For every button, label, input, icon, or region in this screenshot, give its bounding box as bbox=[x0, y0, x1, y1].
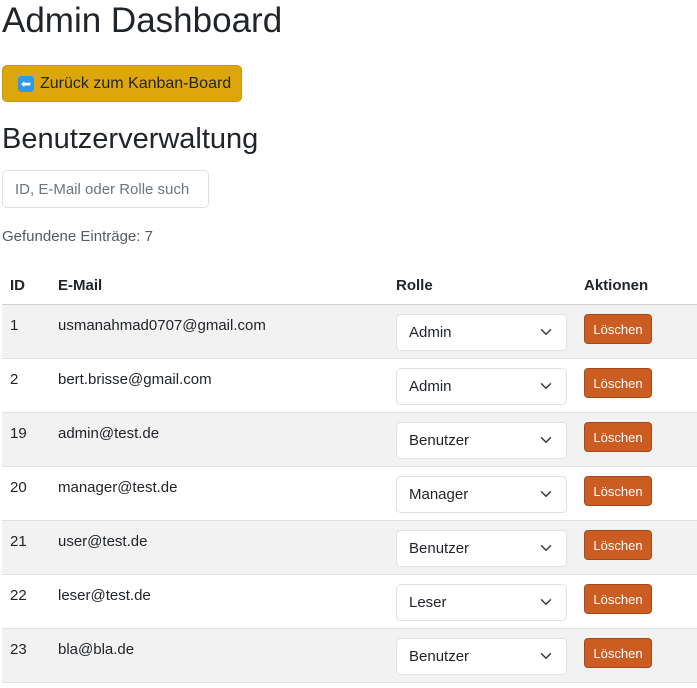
delete-button[interactable]: Löschen bbox=[584, 422, 652, 452]
user-id-cell: 1 bbox=[2, 304, 50, 359]
chevron-down-icon bbox=[540, 544, 552, 551]
chevron-down-icon bbox=[540, 652, 552, 659]
delete-button[interactable]: Löschen bbox=[584, 368, 652, 398]
role-select-value: Manager bbox=[409, 486, 469, 503]
delete-button[interactable]: Löschen bbox=[584, 476, 652, 506]
chevron-down-icon bbox=[540, 436, 552, 443]
users-table-body: 1 usmanahmad0707@gmail.com Admin Löschen 2 be… bbox=[2, 304, 697, 683]
user-id-cell: 20 bbox=[2, 466, 50, 521]
user-id-cell: 21 bbox=[2, 520, 50, 575]
column-header-id: ID bbox=[2, 266, 50, 305]
role-select[interactable]: Leser bbox=[396, 584, 567, 621]
role-select-value: Admin bbox=[409, 378, 452, 395]
chevron-down-icon bbox=[540, 382, 552, 389]
table-row: 23 bla@bla.de Benutzer Löschen bbox=[2, 628, 697, 683]
user-actions-cell: Löschen bbox=[576, 412, 697, 467]
delete-button[interactable]: Löschen bbox=[584, 314, 652, 344]
user-role-cell: Manager bbox=[388, 466, 576, 521]
user-role-cell: Leser bbox=[388, 574, 576, 629]
column-header-role: Rolle bbox=[388, 266, 576, 305]
search-input[interactable] bbox=[2, 170, 209, 208]
table-row: 1 usmanahmad0707@gmail.com Admin Löschen bbox=[2, 304, 697, 359]
table-header-row: ID E-Mail Rolle Aktionen bbox=[2, 266, 697, 305]
column-header-actions: Aktionen bbox=[576, 266, 697, 305]
section-title: Benutzerverwaltung bbox=[2, 123, 259, 155]
user-email-cell: usmanahmad0707@gmail.com bbox=[50, 304, 388, 359]
user-email-cell: bla@bla.de bbox=[50, 628, 388, 683]
table-row: 2 bert.brisse@gmail.com Admin Löschen bbox=[2, 358, 697, 413]
result-count: Gefundene Einträge: 7 bbox=[2, 228, 153, 245]
user-actions-cell: Löschen bbox=[576, 520, 697, 575]
table-row: 21 user@test.de Benutzer Löschen bbox=[2, 520, 697, 575]
admin-dashboard-page: Admin Dashboard ⬅ Zurück zum Kanban-Boar… bbox=[0, 0, 697, 688]
role-select[interactable]: Admin bbox=[396, 368, 567, 405]
chevron-down-icon bbox=[540, 598, 552, 605]
role-select[interactable]: Benutzer bbox=[396, 530, 567, 567]
user-id-cell: 19 bbox=[2, 412, 50, 467]
back-arrow-icon: ⬅ bbox=[18, 75, 34, 92]
user-actions-cell: Löschen bbox=[576, 358, 697, 413]
role-select-value: Benutzer bbox=[409, 540, 470, 557]
user-actions-cell: Löschen bbox=[576, 466, 697, 521]
delete-button[interactable]: Löschen bbox=[584, 530, 652, 560]
page-title: Admin Dashboard bbox=[2, 1, 283, 40]
user-email-cell: admin@test.de bbox=[50, 412, 388, 467]
user-role-cell: Benutzer bbox=[388, 412, 576, 467]
delete-button[interactable]: Löschen bbox=[584, 638, 652, 668]
role-select-value: Benutzer bbox=[409, 432, 470, 449]
user-email-cell: user@test.de bbox=[50, 520, 388, 575]
user-role-cell: Admin bbox=[388, 358, 576, 413]
user-email-cell: manager@test.de bbox=[50, 466, 388, 521]
user-id-cell: 23 bbox=[2, 628, 50, 683]
role-select-value: Admin bbox=[409, 324, 452, 341]
user-email-cell: leser@test.de bbox=[50, 574, 388, 629]
role-select-value: Leser bbox=[409, 594, 447, 611]
user-role-cell: Benutzer bbox=[388, 520, 576, 575]
user-id-cell: 22 bbox=[2, 574, 50, 629]
user-id-cell: 2 bbox=[2, 358, 50, 413]
table-row: 19 admin@test.de Benutzer Löschen bbox=[2, 412, 697, 467]
column-header-email: E-Mail bbox=[50, 266, 388, 305]
delete-button[interactable]: Löschen bbox=[584, 584, 652, 614]
chevron-down-icon bbox=[540, 490, 552, 497]
user-role-cell: Benutzer bbox=[388, 628, 576, 683]
user-actions-cell: Löschen bbox=[576, 628, 697, 683]
user-actions-cell: Löschen bbox=[576, 574, 697, 629]
back-button-label: Zurück zum Kanban-Board bbox=[40, 74, 232, 92]
back-to-kanban-button[interactable]: ⬅ Zurück zum Kanban-Board bbox=[2, 65, 242, 102]
role-select[interactable]: Manager bbox=[396, 476, 567, 513]
role-select[interactable]: Benutzer bbox=[396, 422, 567, 459]
user-actions-cell: Löschen bbox=[576, 304, 697, 359]
role-select-value: Benutzer bbox=[409, 648, 470, 665]
role-select[interactable]: Admin bbox=[396, 314, 567, 351]
table-row: 22 leser@test.de Leser Löschen bbox=[2, 574, 697, 629]
table-row: 20 manager@test.de Manager Löschen bbox=[2, 466, 697, 521]
user-email-cell: bert.brisse@gmail.com bbox=[50, 358, 388, 413]
user-role-cell: Admin bbox=[388, 304, 576, 359]
users-table: ID E-Mail Rolle Aktionen 1 usmanahmad0707… bbox=[2, 266, 697, 683]
chevron-down-icon bbox=[540, 328, 552, 335]
role-select[interactable]: Benutzer bbox=[396, 638, 567, 675]
